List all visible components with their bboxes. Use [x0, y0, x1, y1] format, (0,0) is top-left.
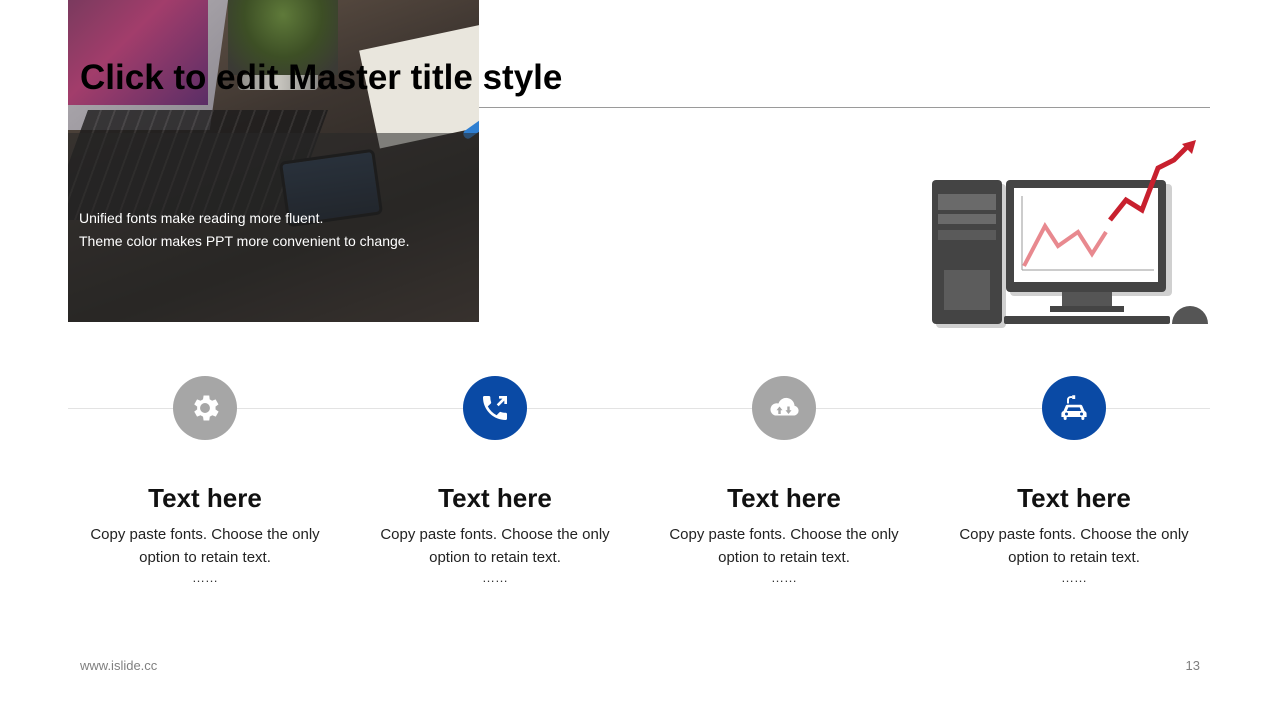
feature-heading: Text here	[727, 483, 841, 513]
title-divider	[479, 107, 1210, 108]
feature-description: Copy paste fonts. Choose the only option …	[669, 526, 899, 566]
computer-trend-illustration	[932, 140, 1208, 328]
feature-ellipsis: ……	[482, 570, 508, 585]
gear-icon[interactable]	[173, 376, 237, 440]
feature-card-2: Text here Copy paste fonts. Choose the o…	[365, 376, 625, 587]
slide-title[interactable]: Click to edit Master title style	[80, 58, 562, 98]
footer-website: www.islide.cc	[80, 658, 158, 673]
feature-card-1: Text here Copy paste fonts. Choose the o…	[75, 376, 335, 587]
feature-description: Copy paste fonts. Choose the only option …	[90, 526, 320, 566]
feature-card-4: Text here Copy paste fonts. Choose the o…	[944, 376, 1204, 587]
caption-line: Theme color makes PPT more convenient to…	[79, 233, 410, 249]
feature-description: Copy paste fonts. Choose the only option …	[959, 526, 1189, 566]
feature-description: Copy paste fonts. Choose the only option …	[380, 526, 610, 566]
feature-ellipsis: ……	[771, 570, 797, 585]
photo-caption: Unified fonts make reading more fluent. …	[79, 207, 409, 253]
page-number: 13	[1185, 658, 1200, 673]
feature-card-3: Text here Copy paste fonts. Choose the o…	[654, 376, 914, 587]
feature-heading: Text here	[148, 483, 262, 513]
feature-heading: Text here	[1017, 483, 1131, 513]
feature-ellipsis: ……	[192, 570, 218, 585]
cloud-upload-download-icon[interactable]	[752, 376, 816, 440]
header-photo: Unified fonts make reading more fluent. …	[68, 0, 479, 322]
electric-car-icon[interactable]	[1042, 376, 1106, 440]
feature-ellipsis: ……	[1061, 570, 1087, 585]
caption-line: Unified fonts make reading more fluent.	[79, 210, 324, 226]
phone-call-icon[interactable]	[463, 376, 527, 440]
feature-heading: Text here	[438, 483, 552, 513]
